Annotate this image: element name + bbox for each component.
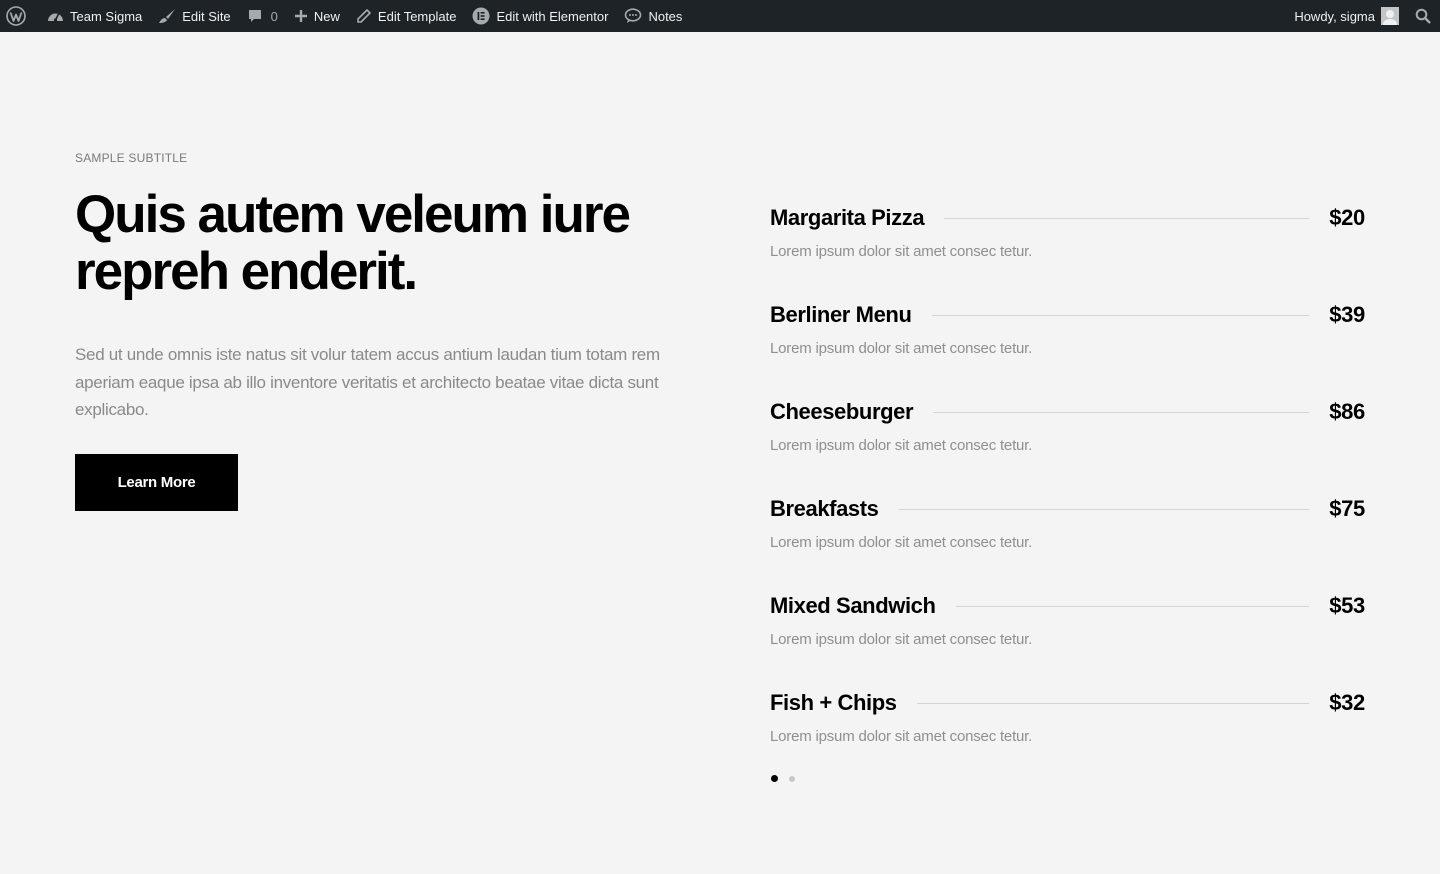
my-account-link[interactable]: Howdy, sigma <box>1286 0 1407 32</box>
menu-item-divider <box>933 411 1310 413</box>
menu-item-description: Lorem ipsum dolor sit amet consec tetur. <box>770 340 1033 357</box>
pagination-dot-1[interactable] <box>771 775 778 782</box>
edit-with-elementor-link[interactable]: Edit with Elementor <box>464 0 616 32</box>
menu-item-price: $75 <box>1329 496 1365 521</box>
menu-item: Fish + Chips $32 Lorem ipsum dolor sit ame… <box>770 682 1365 779</box>
menu-item-name: Berliner Menu <box>770 302 912 327</box>
menu-item-price: $86 <box>1329 399 1365 424</box>
menu-item-name: Cheeseburger <box>770 399 914 424</box>
title-line-2: repreh enderit. <box>75 242 418 301</box>
menu-item-price: $53 <box>1329 593 1365 618</box>
menu-item-price: $32 <box>1329 690 1365 715</box>
edit-template-link[interactable]: Edit Template <box>348 0 465 32</box>
menu-item-name: Margarita Pizza <box>770 205 925 230</box>
menu-item: Mixed Sandwich $53 Lorem ipsum dolor sit a… <box>770 585 1365 682</box>
menu-item-name: Breakfasts <box>770 496 879 521</box>
menu-item-name: Fish + Chips <box>770 690 897 715</box>
edit-site-link[interactable]: Edit Site <box>150 0 238 32</box>
plus-icon <box>294 9 308 23</box>
menu-item-divider <box>955 605 1310 607</box>
new-label: New <box>313 8 340 24</box>
wordpress-logo-button[interactable] <box>0 0 39 32</box>
menu-item-header: Mixed Sandwich $53 <box>770 585 1365 627</box>
menu-item-price: $20 <box>1329 205 1365 230</box>
menu-item-header: Margarita Pizza $20 <box>770 197 1365 239</box>
notes-label: Notes <box>648 8 683 24</box>
section-title: Quis autem veleum iure repreh enderit. <box>75 186 695 300</box>
menu-item: Berliner Menu $39 Lorem ipsum dolor sit am… <box>770 294 1365 391</box>
admin-bar-left: Team Sigma Edit Site 0 New Edit Template <box>0 0 690 32</box>
notes-link[interactable]: Notes <box>616 0 690 32</box>
menu-list: Margarita Pizza $20 Lorem ipsum dolor sit … <box>770 197 1365 779</box>
dashboard-icon <box>47 9 64 23</box>
search-icon <box>1415 8 1431 24</box>
comments-count: 0 <box>270 8 278 24</box>
howdy-label: Howdy, sigma <box>1294 8 1375 24</box>
new-content-button[interactable]: New <box>286 0 348 32</box>
menu-item-divider <box>931 314 1310 316</box>
edit-with-elementor-label: Edit with Elementor <box>496 8 609 24</box>
wordpress-icon <box>6 6 26 26</box>
section-description: Sed ut unde omnis iste natus sit volur t… <box>75 345 660 419</box>
search-button[interactable] <box>1407 0 1440 32</box>
menu-item-divider <box>944 217 1310 219</box>
menu-item-name: Mixed Sandwich <box>770 593 936 618</box>
edit-site-label: Edit Site <box>182 8 231 24</box>
notes-bubble-icon <box>624 8 642 24</box>
pagination-dot-2[interactable] <box>789 775 795 782</box>
brush-icon <box>158 8 176 24</box>
comments-link[interactable]: 0 <box>239 0 286 32</box>
menu-item: Breakfasts $75 Lorem ipsum dolor sit amet … <box>770 488 1365 585</box>
menu-item-header: Cheeseburger $86 <box>770 391 1365 433</box>
admin-bar-right: Howdy, sigma <box>1286 0 1440 32</box>
title-line-1: Quis autem veleum iure <box>75 185 631 244</box>
menu-item-description: Lorem ipsum dolor sit amet consec tetur. <box>770 728 1033 745</box>
menu-item-description: Lorem ipsum dolor sit amet consec tetur. <box>770 437 1033 454</box>
menu-item: Cheeseburger $86 Lorem ipsum dolor sit ame… <box>770 391 1365 488</box>
menu-item-divider <box>916 702 1310 704</box>
menu-item-description: Lorem ipsum dolor sit amet consec tetur. <box>770 534 1033 551</box>
elementor-icon <box>472 7 490 25</box>
menu-item-price: $39 <box>1329 302 1365 327</box>
learn-more-button[interactable]: Learn More <box>75 453 238 511</box>
menu-item: Margarita Pizza $20 Lorem ipsum dolor sit … <box>770 197 1365 294</box>
edit-template-label: Edit Template <box>377 8 457 24</box>
pencil-icon <box>356 8 372 24</box>
menu-item-description: Lorem ipsum dolor sit amet consec tetur. <box>770 631 1033 648</box>
avatar <box>1381 7 1399 25</box>
carousel-pagination <box>771 775 806 782</box>
comment-bubble-icon <box>247 8 263 24</box>
admin-bar: Team Sigma Edit Site 0 New Edit Template <box>0 0 1440 32</box>
menu-item-divider <box>898 508 1310 510</box>
section-subtitle: SAMPLE SUBTITLE <box>75 151 188 165</box>
hero-section: SAMPLE SUBTITLE Quis autem veleum iure r… <box>75 140 695 511</box>
menu-item-description: Lorem ipsum dolor sit amet consec tetur. <box>770 243 1033 260</box>
menu-item-header: Fish + Chips $32 <box>770 682 1365 724</box>
site-name-link[interactable]: Team Sigma <box>39 0 150 32</box>
menu-item-header: Breakfasts $75 <box>770 488 1365 530</box>
site-name-label: Team Sigma <box>70 8 143 24</box>
menu-item-header: Berliner Menu $39 <box>770 294 1365 336</box>
